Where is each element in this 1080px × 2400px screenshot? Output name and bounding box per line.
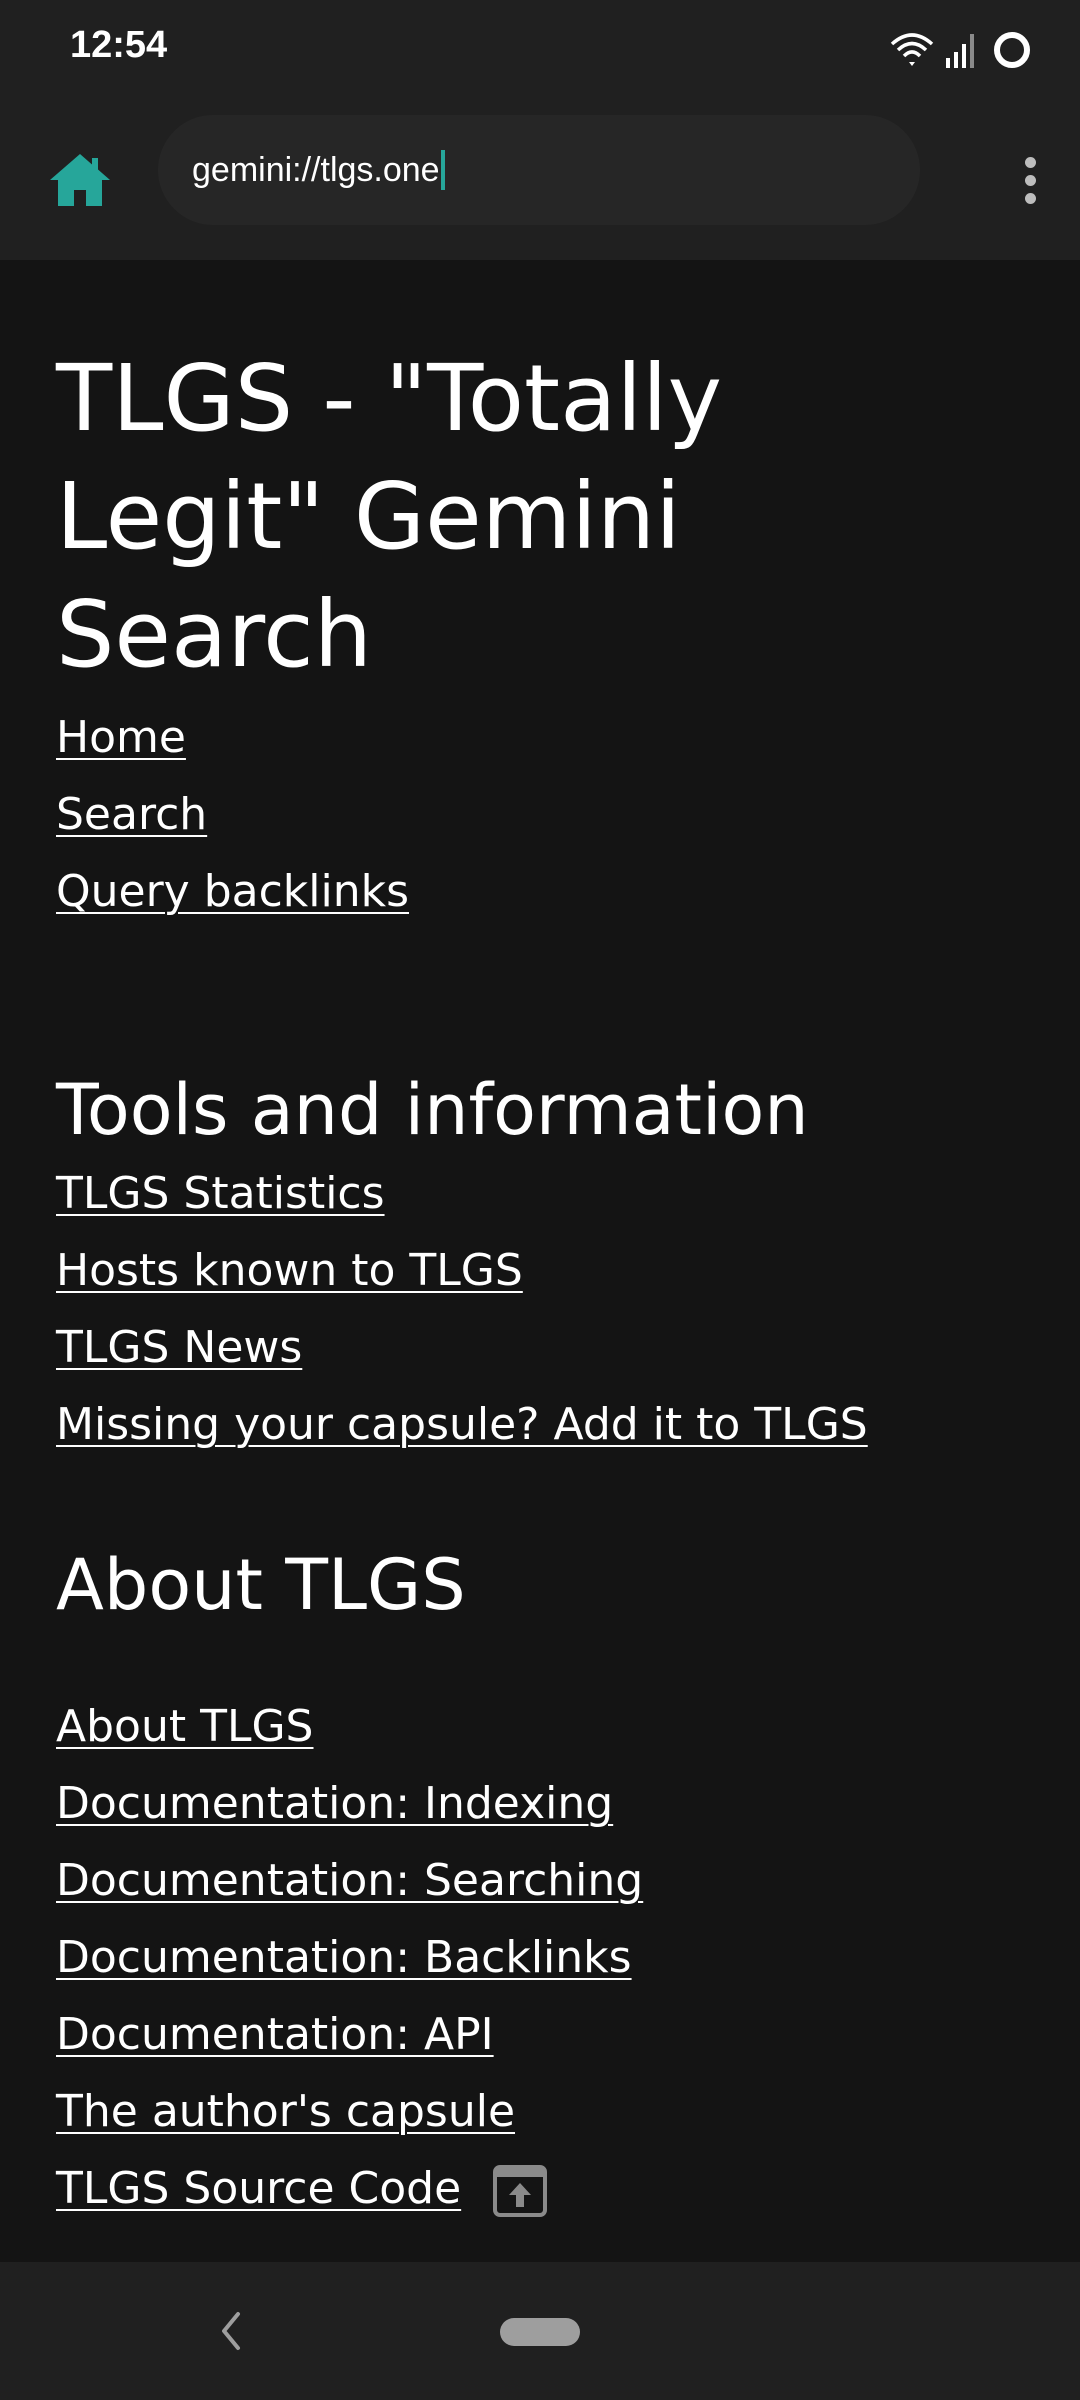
link-doc-backlinks[interactable]: Documentation: Backlinks bbox=[56, 1930, 632, 1986]
text-cursor bbox=[440, 150, 445, 190]
overflow-menu-button[interactable] bbox=[1000, 140, 1060, 220]
status-icons bbox=[890, 28, 1034, 72]
link-home[interactable]: Home bbox=[56, 710, 186, 766]
link-query-backlinks[interactable]: Query backlinks bbox=[56, 864, 409, 920]
home-icon bbox=[50, 154, 110, 206]
home-button[interactable] bbox=[40, 140, 120, 220]
link-search[interactable]: Search bbox=[56, 787, 207, 843]
page-title: TLGS - "Totally Legit" Gemini Search bbox=[56, 345, 723, 688]
status-time: 12:54 bbox=[70, 24, 168, 66]
signal-icon bbox=[946, 34, 974, 68]
wifi-icon bbox=[890, 33, 934, 66]
open-in-new-icon bbox=[493, 2165, 548, 2217]
page-content: TLGS - "Totally Legit" Gemini Search Hom… bbox=[0, 260, 1080, 2260]
back-chevron-icon[interactable] bbox=[212, 2304, 252, 2358]
link-doc-searching[interactable]: Documentation: Searching bbox=[56, 1853, 643, 1909]
status-bar: 12:54 bbox=[0, 0, 1080, 100]
link-about-tlgs[interactable]: About TLGS bbox=[56, 1699, 314, 1755]
source-code-row: TLGS Source Code bbox=[56, 2161, 548, 2217]
link-doc-api[interactable]: Documentation: API bbox=[56, 2007, 494, 2063]
link-source-code[interactable]: TLGS Source Code bbox=[56, 2163, 461, 2214]
sync-ring-icon bbox=[994, 32, 1030, 68]
browser-toolbar: gemini://tlgs.one bbox=[0, 100, 1080, 260]
system-nav-bar bbox=[0, 2262, 1080, 2400]
link-tlgs-statistics[interactable]: TLGS Statistics bbox=[56, 1166, 385, 1222]
overflow-menu-icon bbox=[1024, 156, 1036, 168]
about-heading: About TLGS bbox=[56, 1544, 466, 1626]
home-pill[interactable] bbox=[500, 2318, 580, 2346]
url-text: gemini://tlgs.one bbox=[192, 150, 440, 189]
link-author-capsule[interactable]: The author's capsule bbox=[56, 2084, 515, 2140]
tools-heading: Tools and information bbox=[56, 1069, 809, 1151]
link-tlgs-news[interactable]: TLGS News bbox=[56, 1320, 302, 1376]
link-hosts-known[interactable]: Hosts known to TLGS bbox=[56, 1243, 523, 1299]
link-add-capsule[interactable]: Missing your capsule? Add it to TLGS bbox=[56, 1397, 868, 1453]
link-doc-indexing[interactable]: Documentation: Indexing bbox=[56, 1776, 613, 1832]
url-input[interactable]: gemini://tlgs.one bbox=[158, 115, 920, 225]
